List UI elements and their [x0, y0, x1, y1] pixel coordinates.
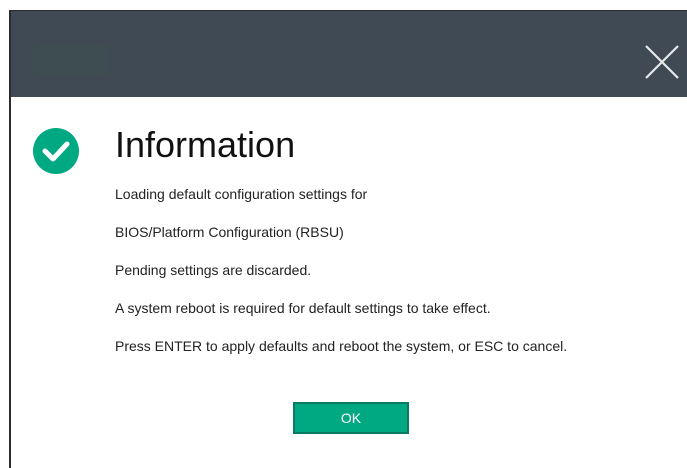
dialog-title: Information: [115, 124, 296, 165]
check-circle-icon: [31, 126, 81, 176]
message-line-4: A system reboot is required for default …: [115, 300, 491, 316]
message-line-1: Loading default configuration settings f…: [115, 186, 368, 202]
dialog-content: Information Loading default configuratio…: [11, 97, 687, 468]
dialog-titlebar: [11, 11, 687, 97]
message-line-5: Press ENTER to apply defaults and reboot…: [115, 338, 568, 354]
information-dialog: Information Loading default configuratio…: [0, 0, 687, 468]
ok-button[interactable]: OK: [293, 402, 409, 434]
close-button[interactable]: [643, 43, 681, 81]
message-line-3: Pending settings are discarded.: [115, 262, 312, 278]
brand-logo: [33, 45, 107, 75]
close-icon: [645, 45, 679, 79]
message-line-2: BIOS/Platform Configuration (RBSU): [115, 224, 344, 240]
